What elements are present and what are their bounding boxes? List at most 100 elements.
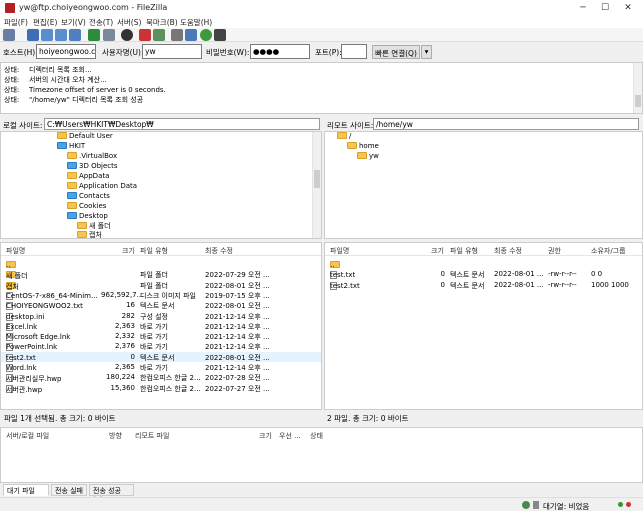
menu-view[interactable]: 보기(V) — [61, 17, 86, 28]
tab-failed-transfers[interactable]: 전송 실패 — [51, 484, 87, 496]
remote-file-row[interactable]: test.txt 0 텍스트 문서 2022-08-01 ... -rw-r--r-- 0… — [325, 269, 642, 280]
menu-server[interactable]: 서버(S) — [117, 17, 141, 28]
tree-node[interactable]: / — [337, 132, 351, 140]
password-input[interactable]: ●●●● — [250, 44, 310, 59]
reconnect-icon[interactable] — [153, 29, 165, 41]
tree-node[interactable]: AppData — [67, 172, 109, 180]
local-file-row[interactable]: PowerPoint.lnk 2,376 바로 가기 2021-12-14 오후 ..… — [1, 341, 321, 352]
disconnect-icon[interactable] — [139, 29, 151, 41]
tree-node[interactable]: home — [347, 142, 379, 150]
username-input[interactable]: yw — [142, 44, 202, 59]
queue-column-size[interactable]: 크기 — [259, 431, 272, 441]
column-header-modified[interactable]: 최종 수정 — [494, 246, 522, 256]
site-manager-icon[interactable] — [3, 29, 15, 41]
local-file-row[interactable]: Excel.lnk 2,363 바로 가기 2021-12-14 오후 ... — [1, 321, 321, 331]
port-input[interactable] — [341, 44, 367, 59]
file-modified: 2022-08-01 ... — [494, 280, 544, 289]
file-size: 0 — [440, 270, 445, 279]
remote-path-input[interactable]: /home/yw — [373, 118, 639, 130]
settings-status-icon — [522, 501, 530, 509]
local-file-row[interactable]: test2.txt 0 텍스트 문서 2022-08-01 오전 ... — [1, 351, 321, 362]
file-size: 2,376 — [114, 342, 135, 351]
tree-node[interactable]: Default User — [57, 132, 113, 140]
column-header-filename[interactable]: 파일명 — [330, 246, 349, 256]
tree-node[interactable]: HKIT — [57, 142, 85, 150]
local-tree-scrollbar-thumb[interactable] — [314, 170, 320, 188]
log-scrollbar-thumb[interactable] — [635, 95, 641, 107]
column-header-type[interactable]: 파일 유형 — [140, 246, 168, 256]
file-permissions: -rw-r--r-- — [548, 280, 577, 289]
sync-browsing-icon[interactable] — [200, 29, 212, 41]
file-size: 2,332 — [114, 332, 135, 341]
tree-node[interactable]: Application Data — [67, 182, 137, 190]
remote-file-row[interactable]: test2.txt 0 텍스트 문서 2022-08-01 ... -rw-r--r--… — [325, 280, 642, 290]
menu-transfer[interactable]: 전송(T) — [89, 17, 113, 28]
column-header-permissions[interactable]: 권한 — [548, 246, 561, 256]
queue-column-priority[interactable]: 우선 ... — [279, 431, 301, 441]
local-file-row[interactable]: 서버관리실무.hwp 180,224 한컴오피스 한글 2... 2022-07-28… — [1, 372, 321, 383]
host-label: 호스트(H): — [3, 48, 38, 57]
maximize-button[interactable]: ☐ — [594, 2, 616, 14]
local-directory-tree: Default User HKIT .VirtualBox 3D Objects… — [0, 131, 322, 239]
local-path-input[interactable]: C:₩Users₩HKIT₩Desktop₩ — [44, 118, 320, 130]
menu-edit[interactable]: 편집(E) — [33, 17, 57, 28]
column-header-type[interactable]: 파일 유형 — [450, 246, 478, 256]
tree-node[interactable]: 캡처 — [77, 230, 102, 238]
tree-node[interactable]: Contacts — [67, 192, 110, 200]
process-queue-icon[interactable] — [103, 29, 115, 41]
toggle-log-icon[interactable] — [27, 29, 39, 41]
file-type: 텍스트 문서 — [450, 281, 485, 290]
find-files-icon[interactable] — [214, 29, 226, 41]
log-scrollbar[interactable] — [633, 63, 642, 113]
toggle-queue-icon[interactable] — [69, 29, 81, 41]
remote-file-row[interactable]: .. — [325, 259, 642, 269]
remote-site-label: 리모트 사이트: — [327, 121, 374, 130]
local-tree-scrollbar[interactable] — [312, 132, 321, 238]
directory-listing-filter-icon[interactable] — [171, 29, 183, 41]
local-file-row[interactable]: .. — [1, 259, 321, 269]
local-file-row[interactable]: 캡처 파일 폴더 2022-08-01 오전 ... — [1, 280, 321, 291]
refresh-icon[interactable] — [88, 29, 100, 41]
tree-node[interactable]: .VirtualBox — [67, 152, 117, 160]
tab-successful-transfers[interactable]: 전송 성공 (4) — [89, 484, 134, 504]
lock-icon — [533, 501, 539, 509]
local-file-row[interactable]: Microsoft Edge.lnk 2,332 바로 가기 2021-12-14 오… — [1, 331, 321, 342]
minimize-button[interactable]: ─ — [572, 2, 594, 14]
tree-node[interactable]: Cookies — [67, 202, 106, 210]
column-header-filename[interactable]: 파일명 — [6, 246, 25, 256]
tree-node[interactable]: Desktop — [67, 212, 108, 220]
menu-bar: 파일(F) 편집(E) 보기(V) 전송(T) 서버(S) 북마크(B) 도움말… — [0, 16, 643, 28]
local-site-label: 로컬 사이트: — [3, 121, 43, 130]
menu-help[interactable]: 도움말(H) — [180, 17, 212, 28]
host-input[interactable]: hoiyeongwoo.com — [36, 44, 96, 59]
file-owner: 0 0 — [591, 270, 603, 279]
cancel-icon[interactable] — [121, 29, 133, 41]
column-header-owner[interactable]: 소유자/그룹 — [591, 246, 626, 256]
local-file-row[interactable]: 새 폴더 파일 폴더 2022-07-29 오전 ... — [1, 269, 321, 280]
local-file-row[interactable]: desktop.ini 282 구성 설정 2021-12-14 오후 ... — [1, 311, 321, 321]
queue-column-remote-file[interactable]: 리모트 파일 — [135, 431, 169, 441]
toggle-local-tree-icon[interactable] — [41, 29, 53, 41]
queue-column-status[interactable]: 상태 — [310, 431, 323, 441]
toggle-remote-tree-icon[interactable] — [55, 29, 67, 41]
queue-column-server-local-file[interactable]: 서버/로컬 파일 — [6, 431, 49, 441]
column-header-modified[interactable]: 최종 수정 — [205, 246, 233, 256]
tree-node[interactable]: yw — [357, 152, 379, 160]
menu-file[interactable]: 파일(F) — [4, 17, 28, 28]
local-file-row[interactable]: Word.lnk 2,365 바로 가기 2021-12-14 오후 ... — [1, 362, 321, 372]
column-header-size[interactable]: 크기 — [122, 246, 135, 256]
contacts-icon — [67, 192, 77, 199]
close-button[interactable]: ✕ — [617, 2, 639, 14]
menu-bookmarks[interactable]: 북마크(B) — [146, 17, 178, 28]
local-file-row[interactable]: 서버관.hwp 15,360 한컴오피스 한글 2... 2022-07-27 오전 … — [1, 383, 321, 394]
queue-column-direction[interactable]: 방향 — [109, 431, 122, 441]
quickconnect-dropdown-button[interactable]: ▾ — [421, 45, 432, 59]
quickconnect-button[interactable]: 빠른 연결(Q) — [372, 45, 420, 59]
local-file-row[interactable]: CHOIYEONGWOO2.txt 16 텍스트 문서 2022-08-01 오전 .… — [1, 300, 321, 311]
tree-node[interactable]: 3D Objects — [67, 162, 118, 170]
file-size: 16 — [126, 301, 135, 310]
compare-icon[interactable] — [185, 29, 197, 41]
tab-queued-files[interactable]: 대기 파일 — [3, 484, 49, 496]
local-file-row[interactable]: CentOS-7-x86_64-Minim... 962,592,7... 디스크 … — [1, 290, 321, 300]
column-header-size[interactable]: 크기 — [431, 246, 444, 256]
